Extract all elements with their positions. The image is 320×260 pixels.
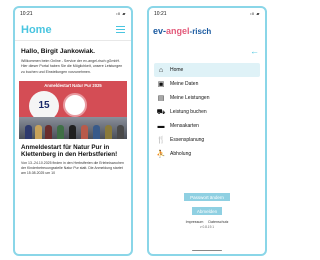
cutlery-icon: 🍴 [156, 137, 166, 144]
news-banner-image[interactable]: Anmeldestart Natur Pur 2025 15 [19, 80, 127, 139]
logout-button[interactable]: Abmelden [192, 207, 222, 215]
menu-item-label: Leistung buchen [170, 109, 207, 115]
status-time: 10:21 [20, 10, 33, 17]
brand-part-2: angel [166, 26, 190, 36]
menu-header: ev-angel -risch ← [149, 19, 265, 56]
hamburger-menu-icon[interactable] [116, 26, 125, 33]
greeting-text: Hallo, Birgit Jankowiak. [21, 48, 96, 55]
decorative-disc [63, 92, 87, 117]
list-icon: ▤ [157, 95, 165, 102]
crowd-photo [19, 116, 127, 139]
menu-item-3[interactable]: ⛟ Leistung buchen [154, 105, 260, 119]
cart-icon: ⛟ [156, 108, 166, 116]
app-header: Home [15, 19, 131, 41]
menu-item-5[interactable]: 🍴 Essensplanung [154, 133, 260, 147]
menu-item-2[interactable]: ▤ Meine Leistungen [154, 91, 260, 105]
status-bar: 10:21 ıll ▰ [15, 8, 131, 19]
page-title: Home [21, 23, 52, 36]
home-screen-phone: 10:21 ıll ▰ Home Hallo, Birgit Jankowiak… [13, 6, 133, 256]
signal-battery-icon: ıll ▰ [250, 11, 260, 16]
status-time: 10:21 [154, 10, 167, 17]
event-logo-text: 15 [38, 100, 50, 112]
menu-item-1[interactable]: ▣ Meine Daten [154, 77, 260, 91]
id-card-icon: ▣ [157, 81, 165, 88]
legal-links: Impressum Datenschutz [149, 220, 265, 224]
back-arrow-icon[interactable]: ← [250, 46, 259, 56]
menu-item-label: Meine Daten [170, 81, 199, 87]
change-password-button[interactable]: Passwort ändern [184, 193, 230, 201]
home-icon: ⌂ [158, 66, 164, 74]
menu-screen-phone: 10:21 ıll ▰ ev-angel -risch ← ⌂ Home ▣ Meine… [147, 6, 267, 256]
menu-item-0[interactable]: ⌂ Home [154, 63, 260, 77]
home-indicator [192, 249, 222, 251]
brand-part-3: -risch [189, 26, 212, 36]
menu-item-label: Meine Leistungen [170, 95, 210, 101]
menu-item-label: Abholung [170, 151, 192, 157]
menu-item-label: Essensplanung [170, 137, 205, 143]
menu-item-label: Home [170, 67, 184, 73]
signal-battery-icon: ıll ▰ [116, 11, 126, 16]
menu-item-label: Mensakarten [170, 123, 199, 129]
pickup-icon: ⛹ [156, 151, 166, 158]
welcome-text: Willkommen beim Online - Service der ev-… [21, 59, 123, 74]
version-text: v 0.8.19.1 [200, 225, 214, 229]
status-bar: 10:21 ıll ▰ [149, 8, 265, 19]
impressum-link[interactable]: Impressum [186, 220, 204, 224]
menu-item-4[interactable]: ▬ Mensakarten [154, 119, 260, 133]
nav-menu: ⌂ Home ▣ Meine Daten ▤ Meine Leistungen ⛟ Leist… [149, 63, 265, 161]
banner-caption: Anmeldestart Natur Pur 2025 [44, 82, 102, 88]
datenschutz-link[interactable]: Datenschutz [208, 220, 228, 224]
article-title[interactable]: Anmeldestart für Natur Pur in Klettenber… [15, 139, 131, 161]
menu-item-6[interactable]: ⛹ Abholung [154, 147, 260, 161]
brand-logo[interactable]: ev-angel -risch [153, 26, 211, 36]
brand-part-1: ev- [153, 26, 167, 36]
card-icon: ▬ [157, 122, 165, 130]
article-body: Von 13.-24.10.2025 finden in den Herbstf… [21, 161, 124, 176]
